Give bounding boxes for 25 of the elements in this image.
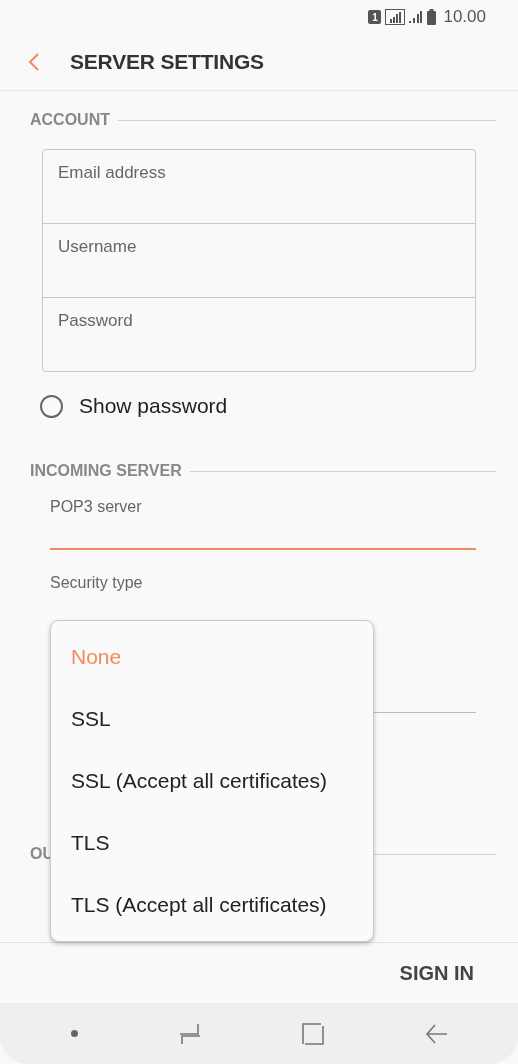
field-label: Security type xyxy=(50,574,144,592)
sign-in-button[interactable]: SIGN IN xyxy=(391,957,482,989)
clock: 10.00 xyxy=(443,7,486,27)
input-field[interactable]: Password xyxy=(42,297,476,372)
radio-label: Show password xyxy=(79,394,228,418)
menu-option[interactable]: SSL (Accept all certificates) xyxy=(51,750,373,812)
signal-icon xyxy=(409,9,424,25)
section-heading: ACCOUNT xyxy=(30,111,110,129)
menu-option[interactable]: TLS (Accept all certificates) xyxy=(51,874,373,936)
input-field[interactable]: Email address xyxy=(42,149,476,224)
battery-icon xyxy=(427,9,437,25)
radio-button[interactable] xyxy=(40,394,63,418)
menu-option[interactable]: SSL xyxy=(51,688,373,750)
sim-card-icon: 1 xyxy=(368,10,382,24)
recents-icon[interactable] xyxy=(178,1021,201,1046)
screen-title: SERVER SETTINGS xyxy=(70,50,264,74)
menu-option[interactable]: TLS xyxy=(51,812,373,874)
signal-icon xyxy=(385,9,406,25)
section-heading: INCOMING SERVER xyxy=(30,462,182,480)
back-icon[interactable] xyxy=(28,52,40,72)
dot-icon[interactable] xyxy=(70,1030,78,1037)
input-field[interactable]: Username xyxy=(42,223,476,298)
home-icon[interactable] xyxy=(302,1022,325,1045)
field-label: POP3 server xyxy=(50,498,143,516)
back-icon[interactable] xyxy=(425,1022,448,1045)
